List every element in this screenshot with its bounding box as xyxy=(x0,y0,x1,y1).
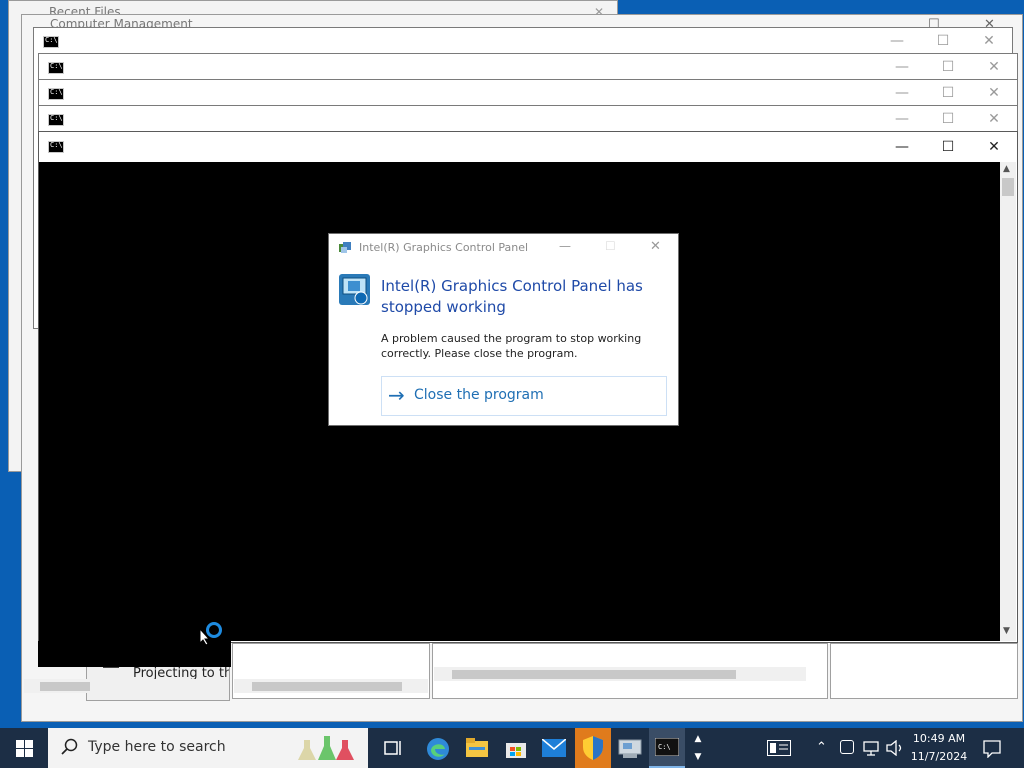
dialog-heading: Intel(R) Graphics Control Panel has stop… xyxy=(381,277,643,316)
intel-graphics-icon xyxy=(338,240,352,254)
dialog-title: Intel(R) Graphics Control Panel xyxy=(359,241,529,254)
minimize-button[interactable]: — xyxy=(879,80,925,106)
file-explorer-icon[interactable] xyxy=(466,738,488,762)
edge-icon[interactable] xyxy=(426,737,450,765)
minimize-button[interactable]: — xyxy=(879,134,925,160)
scroll-down-icon[interactable]: ▼ xyxy=(1003,626,1010,636)
clock-date[interactable]: 11/7/2024 xyxy=(906,750,972,763)
clock-time[interactable]: 10:49 AM xyxy=(906,732,972,745)
taskbar-scroll[interactable]: ▲ ▼ xyxy=(692,730,704,766)
search-icon xyxy=(61,738,79,760)
svg-text:C:\: C:\ xyxy=(658,743,671,751)
science-flasks-icon xyxy=(298,732,360,768)
close-button[interactable]: ✕ xyxy=(971,106,1017,132)
maximize-button[interactable]: ☐ xyxy=(920,28,966,54)
mail-icon[interactable] xyxy=(541,738,567,761)
scroll-up-icon[interactable]: ▲ xyxy=(1003,164,1010,174)
intel-app-icon xyxy=(339,274,370,305)
minimize-button[interactable]: — xyxy=(879,106,925,132)
arrow-right-icon: → xyxy=(388,383,405,407)
dialog-message: A problem caused the program to stop wor… xyxy=(381,332,642,360)
close-button[interactable]: ✕ xyxy=(650,239,661,254)
minimize-button[interactable]: — xyxy=(879,54,925,80)
right-hscroll[interactable] xyxy=(434,667,806,681)
close-button[interactable]: ✕ xyxy=(966,28,1012,54)
chevron-up-icon[interactable]: ⌃ xyxy=(816,740,827,755)
windows-start-icon[interactable] xyxy=(16,740,33,761)
action-center-icon[interactable] xyxy=(983,740,1001,762)
crash-dialog[interactable]: Intel(R) Graphics Control Panel — ☐ ✕ In… xyxy=(328,233,679,426)
minimize-button[interactable]: — xyxy=(874,28,920,54)
server-manager-icon[interactable] xyxy=(617,738,643,764)
maximize-button[interactable]: ☐ xyxy=(925,54,971,80)
minimize-button[interactable]: — xyxy=(559,239,571,253)
scroll-thumb[interactable] xyxy=(1002,178,1014,196)
network-icon[interactable] xyxy=(863,740,881,760)
search-box[interactable]: Type here to search xyxy=(48,728,368,768)
middle-hscroll[interactable] xyxy=(234,679,428,693)
maximize-button: ☐ xyxy=(605,239,616,253)
close-button[interactable]: ✕ xyxy=(971,80,1017,106)
maximize-button[interactable]: ☐ xyxy=(925,134,971,160)
vertical-scrollbar[interactable]: ▲ ▼ xyxy=(1000,162,1016,641)
close-program-button[interactable]: → Close the program xyxy=(381,376,667,416)
notification-center-icon[interactable] xyxy=(767,740,791,760)
taskbar: Type here to search C:\ ▲ ▼ ⌃ 10:49 AM 11… xyxy=(0,728,1024,768)
shield-icon[interactable] xyxy=(575,728,611,768)
far-right-pane xyxy=(830,643,1018,699)
cmd-icon xyxy=(48,62,64,74)
close-button[interactable]: ✕ xyxy=(971,54,1017,80)
close-button[interactable]: ✕ xyxy=(971,134,1017,160)
cmd-icon xyxy=(43,36,59,48)
maximize-button[interactable]: ☐ xyxy=(925,106,971,132)
maximize-button[interactable]: ☐ xyxy=(925,80,971,106)
search-placeholder: Type here to search xyxy=(88,739,226,755)
store-icon[interactable] xyxy=(505,737,527,763)
task-view-icon[interactable] xyxy=(382,739,402,761)
cmd-icon xyxy=(48,141,64,153)
volume-icon[interactable] xyxy=(886,739,904,760)
mouse-pointer-icon xyxy=(199,627,211,650)
left-hscroll[interactable] xyxy=(24,679,214,693)
close-program-label: Close the program xyxy=(414,387,544,403)
cmd-icon[interactable]: C:\ xyxy=(649,728,685,768)
cmd-icon xyxy=(48,114,64,126)
cmd-icon xyxy=(48,88,64,100)
meet-now-icon[interactable] xyxy=(840,740,854,754)
